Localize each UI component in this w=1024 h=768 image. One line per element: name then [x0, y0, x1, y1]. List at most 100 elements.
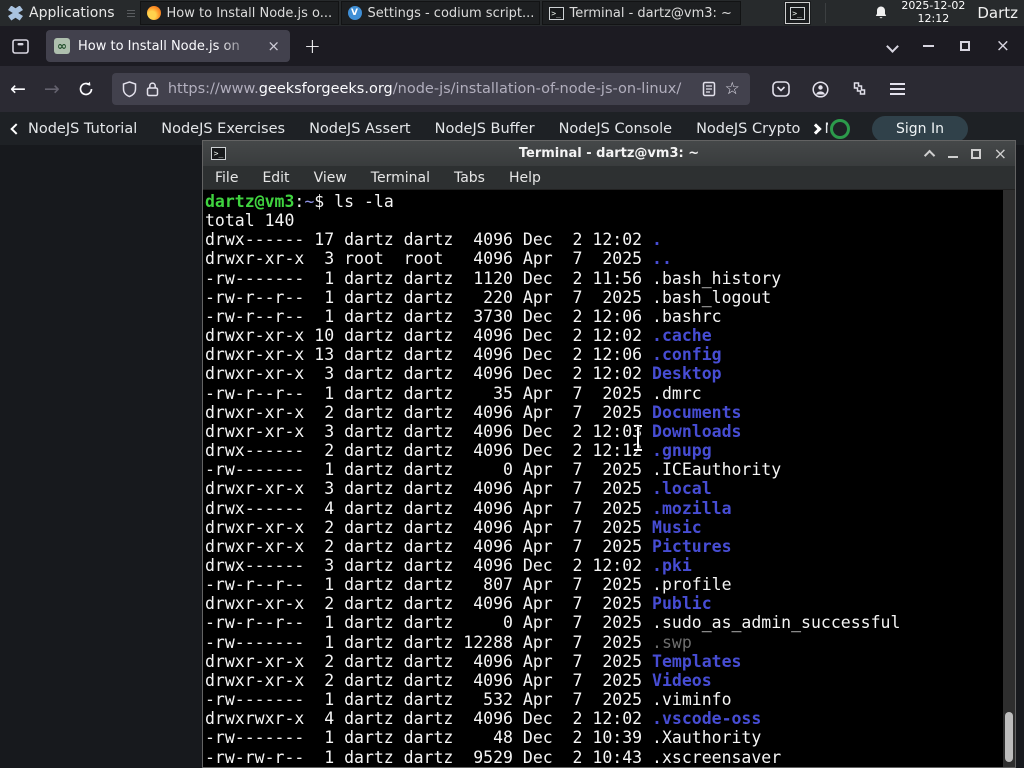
browser-tab-active[interactable]: ∞ How to Install Node.js on × — [46, 30, 290, 62]
terminal-output-line: drwxr-xr-x 3 dartz dartz 4096 Dec 2 12:0… — [205, 421, 742, 441]
site-nav-link[interactable]: NodeJS Console — [559, 121, 673, 137]
terminal-titlebar[interactable]: >_ Terminal - dartz@vm3: ~ × — [203, 141, 1015, 166]
url-scheme: https://www. — [167, 81, 259, 97]
reload-button[interactable] — [78, 81, 94, 97]
file-name: .sudo_as_admin_successful — [652, 613, 901, 633]
terminal-tray-icon: >_ — [789, 6, 805, 20]
terminal-scrollbar[interactable] — [1003, 190, 1015, 767]
terminal-close-button[interactable]: × — [994, 145, 1007, 162]
menu-help[interactable]: Help — [509, 170, 541, 186]
url-text[interactable]: https://www.geeksforgeeks.org/node-js/in… — [168, 81, 693, 97]
terminal-output-line: drwxr-xr-x 2 dartz dartz 4096 Apr 7 2025… — [205, 594, 712, 614]
terminal-output-line: drwx------ 2 dartz dartz 4096 Dec 2 12:1… — [205, 441, 712, 461]
taskbar-button-firefox[interactable]: How to Install Node.js o... — [139, 1, 339, 25]
taskbar-button-label: How to Install Node.js o... — [166, 5, 333, 21]
site-nav-link[interactable]: NodeJS Tutorial — [28, 121, 137, 137]
window-minimize-button[interactable] — [922, 45, 934, 47]
prompt-colon: : — [294, 192, 305, 211]
panel-username[interactable]: Dartz — [977, 4, 1020, 22]
terminal-output[interactable]: dartz@vm3:~$ ls -la total 140 drwx------ … — [203, 190, 1015, 767]
menu-view[interactable]: View — [314, 170, 347, 186]
terminal-output-line: drwx------ 4 dartz dartz 4096 Apr 7 2025… — [205, 498, 732, 518]
nav-scroll-left-chevron-icon[interactable] — [10, 122, 22, 135]
reader-mode-icon[interactable] — [702, 81, 716, 97]
window-maximize-button[interactable] — [959, 41, 970, 51]
lock-icon[interactable] — [146, 81, 159, 97]
taskbar-button-label: Terminal - dartz@vm3: ~ — [569, 5, 732, 21]
directory-name: . — [652, 230, 662, 250]
directory-name: .pki — [652, 555, 692, 575]
directory-name: .gnupg — [652, 441, 712, 461]
terminal-output-line: drwxr-xr-x 2 dartz dartz 4096 Apr 7 2025… — [205, 651, 742, 671]
url-host: geeksforgeeks.org — [258, 81, 393, 97]
menu-tabs[interactable]: Tabs — [454, 170, 485, 186]
terminal-window: >_ Terminal - dartz@vm3: ~ × File Edit V… — [202, 140, 1016, 768]
site-nav-link[interactable]: NodeJS DNS — [824, 121, 828, 137]
applications-menu-button[interactable]: Applications — [0, 0, 123, 26]
panel-clock[interactable]: 2025-12-02 12:12 — [901, 0, 965, 25]
site-nav-link[interactable]: NodeJS Crypto — [696, 121, 800, 137]
firefox-tab-bar: ∞ How to Install Node.js on × + × — [0, 26, 1024, 66]
tab-title: How to Install Node.js on — [78, 38, 240, 54]
list-all-tabs-chevron-icon[interactable] — [885, 39, 899, 53]
url-bar[interactable]: https://www.geeksforgeeks.org/node-js/in… — [111, 73, 750, 105]
menu-hamburger-icon[interactable] — [889, 83, 905, 95]
file-name: .xscreensaver — [652, 747, 782, 767]
new-tab-button[interactable]: + — [304, 34, 321, 58]
directory-name: .config — [652, 345, 722, 365]
terminal-menubar: File Edit View Terminal Tabs Help — [203, 166, 1015, 190]
terminal-output-line: drwxr-xr-x 2 dartz dartz 4096 Apr 7 2025… — [205, 402, 742, 422]
tray-terminal-launcher[interactable]: >_ — [783, 1, 811, 25]
terminal-maximize-button[interactable] — [970, 148, 981, 159]
site-nav-link[interactable]: NodeJS Assert — [309, 121, 411, 137]
pocket-icon[interactable] — [772, 81, 790, 97]
file-name: .ICEauthority — [652, 460, 782, 480]
site-nav-link[interactable]: NodeJS Buffer — [435, 121, 535, 137]
terminal-minimize-button[interactable] — [947, 155, 958, 158]
taskbar-button-codium[interactable]: V Settings - codium script... — [340, 1, 540, 25]
tab-close-icon[interactable]: × — [265, 37, 282, 55]
terminal-shade-button[interactable] — [923, 149, 935, 161]
file-name: .viminfo — [652, 690, 732, 710]
account-icon[interactable] — [812, 80, 829, 98]
taskbar-button-terminal[interactable]: >_ Terminal - dartz@vm3: ~ — [541, 1, 741, 25]
bookmark-star-icon[interactable]: ☆ — [725, 79, 740, 99]
url-path: /node-js/installation-of-node-js-on-linu… — [392, 81, 682, 97]
forward-button[interactable]: → — [44, 78, 60, 100]
notification-bell-icon[interactable] — [873, 5, 889, 21]
terminal-output-line: -rw------- 1 dartz dartz 1120 Dec 2 11:5… — [205, 268, 782, 288]
firefox-view-button[interactable] — [6, 32, 34, 60]
directory-name: Videos — [652, 670, 712, 690]
terminal-output-line: -rw-r--r-- 1 dartz dartz 0 Apr 7 2025 .s… — [205, 613, 901, 633]
site-nav-link[interactable]: NodeJS Exercises — [161, 121, 285, 137]
terminal-output-line: drwxr-xr-x 3 dartz dartz 4096 Apr 7 2025… — [205, 479, 712, 499]
prompt-dollar: $ — [314, 192, 325, 211]
extensions-puzzle-icon[interactable] — [851, 81, 868, 98]
tracking-shield-icon[interactable] — [122, 80, 137, 98]
directory-name: Downloads — [652, 421, 742, 441]
sign-in-button[interactable]: Sign In — [872, 115, 968, 142]
panel-grip-icon — [126, 0, 135, 26]
firefox-icon — [146, 6, 161, 20]
terminal-output-line: -rw------- 1 dartz dartz 0 Apr 7 2025 .I… — [205, 460, 782, 480]
file-name: .profile — [652, 575, 732, 595]
geeksforgeeks-favicon: ∞ — [54, 38, 70, 54]
menu-edit[interactable]: Edit — [262, 170, 289, 186]
file-name: .Xauthority — [652, 728, 762, 748]
panel-separator — [824, 3, 826, 23]
menu-terminal[interactable]: Terminal — [371, 170, 430, 186]
terminal-title: Terminal - dartz@vm3: ~ — [518, 146, 700, 161]
window-close-button[interactable]: × — [996, 37, 1010, 55]
prompt-user-host: dartz@vm3 — [205, 192, 295, 211]
terminal-prompt-line: dartz@vm3:~$ ls -la — [205, 192, 1001, 211]
menu-file[interactable]: File — [215, 170, 238, 186]
directory-name: Music — [652, 517, 702, 537]
search-icon[interactable] — [830, 118, 850, 139]
back-button[interactable]: ← — [10, 78, 26, 100]
site-nav-links: NodeJS Tutorial NodeJS Exercises NodeJS As… — [28, 121, 828, 137]
directory-name: Documents — [652, 402, 742, 422]
firefox-nav-toolbar: ← → https://www.geeksforgeeks.org/node-j… — [0, 66, 1024, 112]
file-name: .bash_history — [652, 268, 782, 288]
applications-menu-icon — [8, 5, 23, 21]
terminal-scrollbar-thumb[interactable] — [1005, 712, 1013, 762]
